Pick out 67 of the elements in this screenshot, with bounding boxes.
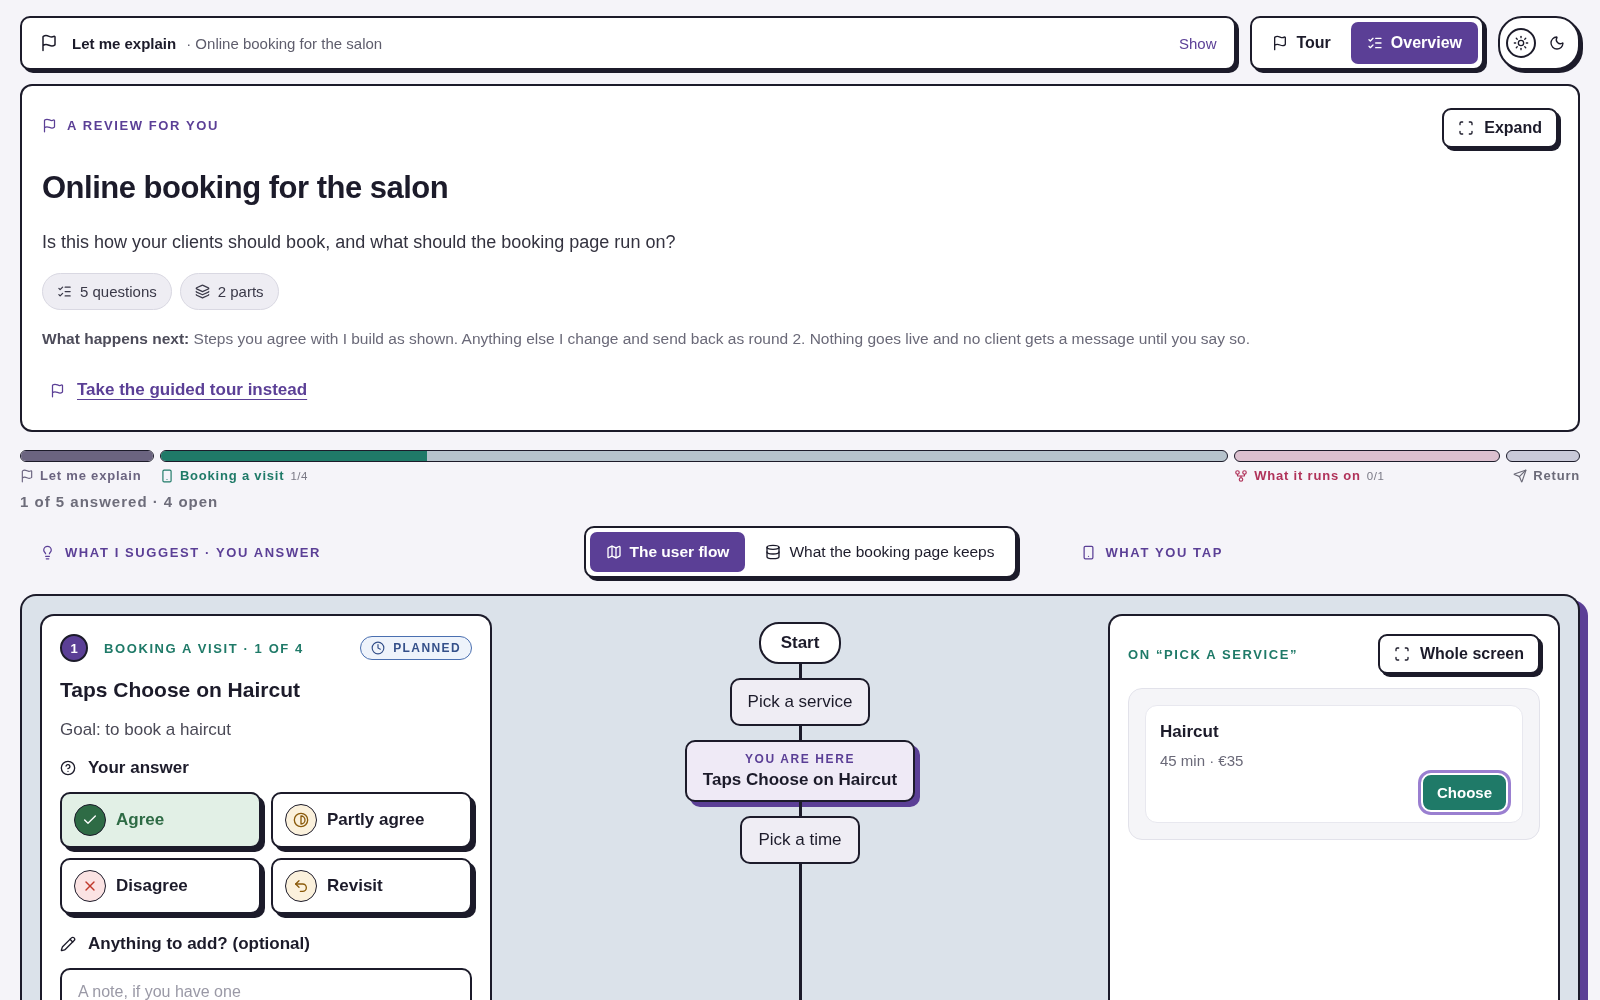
step-node: Pick a service bbox=[729, 678, 871, 726]
flag-icon bbox=[50, 382, 65, 398]
phone-icon bbox=[1080, 544, 1096, 560]
section-heading: WHAT YOU TAP bbox=[1105, 544, 1223, 560]
review-title: Online booking for the salon bbox=[42, 170, 450, 206]
section-heading: WHAT I SUGGEST · YOU ANSWER bbox=[65, 544, 322, 560]
database-icon bbox=[765, 544, 782, 560]
service-name: Haircut bbox=[1160, 722, 1220, 742]
flag-icon bbox=[20, 468, 34, 483]
progress-label: Booking a visit bbox=[179, 468, 285, 483]
phone-icon bbox=[159, 468, 174, 483]
step-number: 1 bbox=[60, 634, 88, 662]
question-icon bbox=[60, 760, 76, 776]
step-eyebrow: BOOKING A VISIT · 1 OF 4 bbox=[104, 640, 304, 656]
sun-icon bbox=[1513, 35, 1529, 51]
guided-tour-link[interactable]: Take the guided tour instead bbox=[77, 380, 308, 400]
step-title: Taps Choose on Haircut bbox=[60, 678, 301, 702]
pencil-icon bbox=[60, 936, 76, 952]
fork-icon bbox=[1234, 468, 1249, 483]
light-mode-button[interactable] bbox=[1506, 28, 1536, 58]
flag-icon bbox=[42, 118, 57, 133]
list-icon bbox=[57, 284, 72, 299]
progress-label: Return bbox=[1533, 468, 1580, 483]
map-icon bbox=[605, 544, 622, 560]
list-icon bbox=[1366, 35, 1383, 51]
x-icon bbox=[74, 870, 106, 902]
bar-title: Let me explain bbox=[72, 34, 177, 52]
expand-icon bbox=[1458, 120, 1475, 136]
bar-subtitle: · Online booking for the salon bbox=[186, 34, 384, 52]
moon-icon bbox=[1549, 35, 1565, 51]
start-node: Start bbox=[758, 622, 842, 664]
view-tab[interactable]: The user flow bbox=[589, 532, 746, 572]
note-field[interactable]: A note, if you have one bbox=[60, 968, 472, 1000]
answer-label: Your answer bbox=[88, 758, 189, 778]
flag-icon bbox=[40, 34, 58, 52]
answered-summary: 1 of 5 answered · 4 open bbox=[20, 493, 220, 510]
half-circle-icon bbox=[285, 804, 317, 836]
progress-label: What it runs on bbox=[1254, 468, 1361, 483]
service-details: 45 min · €35 bbox=[1160, 752, 1245, 769]
overview-tab[interactable]: Overview bbox=[1350, 22, 1478, 64]
choose-button[interactable]: Choose bbox=[1421, 773, 1508, 812]
check-icon bbox=[74, 804, 106, 836]
expand-button[interactable]: Expand bbox=[1442, 108, 1558, 148]
progress-count: 0/1 bbox=[1366, 469, 1385, 482]
next-steps-text: What happens next: Steps you agree with I build as shown. Anything else I change and send back as round 2. Nothing goes live and no client gets a message until you say so. bbox=[42, 330, 1251, 348]
show-link[interactable]: Show bbox=[1178, 34, 1217, 52]
review-question: Is this how your clients should book, and what should the booking page run on? bbox=[42, 232, 677, 253]
progress-label: Let me explain bbox=[40, 468, 142, 483]
flag-icon bbox=[1272, 35, 1289, 51]
count-chip: 2 parts bbox=[179, 273, 279, 310]
undo-icon bbox=[285, 870, 317, 902]
view-tab[interactable]: What the booking page keeps bbox=[749, 532, 1011, 572]
progress-count: 1/4 bbox=[290, 469, 308, 482]
layers-icon bbox=[194, 284, 210, 299]
count-chip: 5 questions bbox=[42, 273, 172, 310]
review-eyebrow: A REVIEW FOR YOU bbox=[67, 118, 219, 133]
lightbulb-icon bbox=[40, 544, 55, 560]
expand-icon bbox=[1393, 646, 1410, 662]
note-label: Anything to add? (optional) bbox=[88, 934, 310, 954]
step-goal: Goal: to book a haircut bbox=[60, 720, 233, 740]
send-icon bbox=[1513, 468, 1528, 483]
status-badge: PLANNED bbox=[360, 636, 472, 660]
preview-heading: ON “PICK A SERVICE” bbox=[1128, 646, 1299, 662]
tour-tab[interactable]: Tour bbox=[1256, 22, 1347, 64]
clock-icon bbox=[371, 641, 386, 655]
whole-screen-button[interactable]: Whole screen bbox=[1377, 634, 1540, 674]
step-node: Pick a time bbox=[740, 816, 860, 864]
